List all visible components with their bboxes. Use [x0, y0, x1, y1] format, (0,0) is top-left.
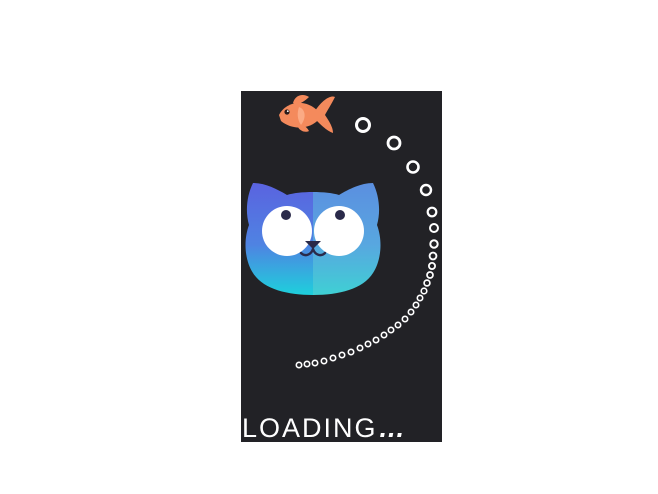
loading-text: LOADING — [242, 413, 378, 442]
loading-screen: LOADING... — [241, 91, 442, 442]
loading-dots: ... — [379, 413, 406, 442]
page: LOADING... — [0, 0, 658, 494]
bubble-trail — [295, 117, 439, 369]
loading-label: LOADING... — [242, 413, 442, 442]
